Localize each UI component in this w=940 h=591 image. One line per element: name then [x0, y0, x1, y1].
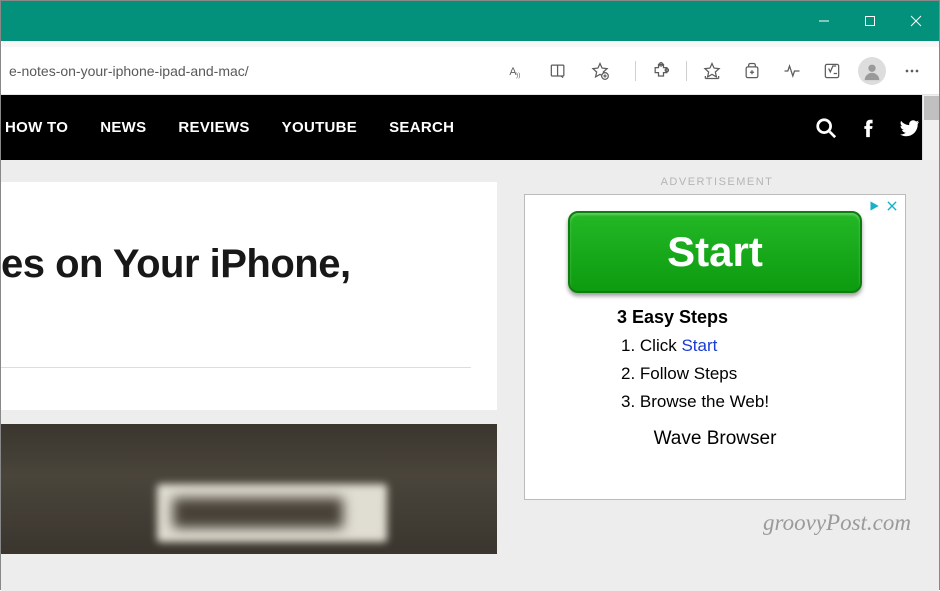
article-title: es on Your iPhone,: [1, 242, 471, 368]
toolbar-divider: [635, 61, 636, 81]
nav-youtube[interactable]: YOUTUBE: [282, 119, 357, 136]
nav-howto[interactable]: HOW TO: [5, 119, 68, 136]
search-icon[interactable]: [815, 117, 837, 139]
ad-start-button[interactable]: Start: [568, 211, 862, 293]
site-navbar: HOW TO NEWS REVIEWS YOUTUBE SEARCH: [1, 95, 939, 160]
ad-brand: Wave Browser: [533, 428, 897, 450]
more-menu-icon[interactable]: [893, 52, 931, 90]
twitter-icon[interactable]: [899, 117, 921, 139]
math-solver-icon[interactable]: [813, 52, 851, 90]
page-scrollbar[interactable]: [922, 95, 939, 160]
browser-toolbar: e-notes-on-your-iphone-ipad-and-mac/ A)): [1, 47, 939, 95]
performance-icon[interactable]: [773, 52, 811, 90]
favorite-add-icon[interactable]: [581, 54, 619, 88]
nav-reviews[interactable]: REVIEWS: [178, 119, 249, 136]
ad-container: Start 3 Easy Steps Click Start Follow St…: [524, 194, 906, 500]
ad-step-1: Click Start: [621, 336, 897, 356]
adchoices-icon[interactable]: [867, 199, 881, 213]
window-minimize-button[interactable]: [801, 1, 847, 41]
read-aloud-icon[interactable]: A)): [497, 54, 535, 88]
watermark: groovyPost.com: [519, 510, 917, 536]
collections-icon[interactable]: [733, 52, 771, 90]
facebook-icon[interactable]: [857, 117, 879, 139]
ad-step-3: Browse the Web!: [621, 392, 897, 412]
article: es on Your iPhone,: [1, 182, 497, 410]
ad-step-2: Follow Steps: [621, 364, 897, 384]
page-content: es on Your iPhone, ADVERTISEMENT Start 3…: [1, 160, 939, 591]
profile-avatar[interactable]: [858, 57, 886, 85]
nav-search[interactable]: SEARCH: [389, 119, 454, 136]
favorites-icon[interactable]: [693, 52, 731, 90]
nav-news[interactable]: NEWS: [100, 119, 146, 136]
window-maximize-button[interactable]: [847, 1, 893, 41]
ad-step1-link[interactable]: Start: [681, 336, 717, 355]
ad-steps-list: Click Start Follow Steps Browse the Web!: [533, 336, 897, 412]
reading-view-icon[interactable]: [539, 54, 577, 88]
window-close-button[interactable]: [893, 1, 939, 41]
window-titlebar: [1, 1, 939, 41]
ad-label: ADVERTISEMENT: [519, 176, 915, 188]
url-text: e-notes-on-your-iphone-ipad-and-mac/: [9, 63, 497, 79]
ad-close-icon[interactable]: [885, 199, 899, 213]
ad-steps-title: 3 Easy Steps: [533, 307, 897, 328]
address-bar[interactable]: e-notes-on-your-iphone-ipad-and-mac/ A)): [1, 54, 629, 88]
svg-text:)): )): [516, 71, 520, 78]
toolbar-divider: [686, 61, 687, 81]
article-hero-image: [1, 424, 497, 554]
extensions-icon[interactable]: [642, 52, 680, 90]
